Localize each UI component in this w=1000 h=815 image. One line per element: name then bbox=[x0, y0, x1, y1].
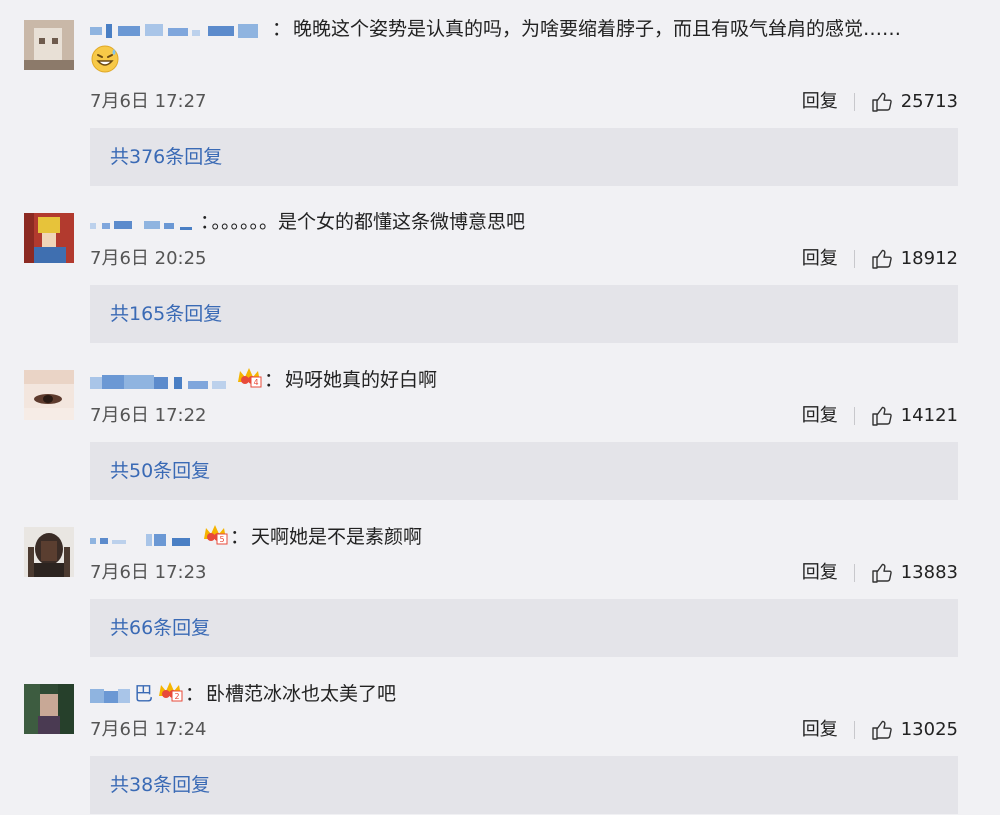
view-replies-button[interactable]: 共165条回复 bbox=[90, 285, 958, 343]
comment-text: 妈呀她真的好白啊 bbox=[285, 369, 438, 391]
colon: ： bbox=[200, 211, 210, 233]
crown-badge-icon: 5 bbox=[202, 523, 228, 552]
thumbs-up-icon bbox=[872, 406, 892, 426]
thumbs-up-icon bbox=[872, 720, 892, 740]
like-count: 13025 bbox=[900, 719, 958, 740]
comment-text: 天啊她是不是素颜啊 bbox=[251, 526, 423, 548]
view-replies-button[interactable]: 共66条回复 bbox=[90, 599, 958, 657]
divider bbox=[853, 721, 855, 739]
comment-header: ：晚晚这个姿势是认真的吗，为啥要缩着脖子，而且有吸气耸肩的感觉…… bbox=[90, 16, 940, 81]
timestamp: 7月6日 17:27 bbox=[90, 91, 207, 112]
comment-meta: 7月6日 17:23 回复 13883 bbox=[90, 559, 958, 587]
comment-header: 5 ：天啊她是不是素颜啊 bbox=[90, 523, 940, 552]
username-blurred[interactable] bbox=[90, 685, 132, 705]
svg-text:4: 4 bbox=[253, 378, 258, 387]
comment-header: ：。。。。。。是个女的都懂这条微博意思吧 bbox=[90, 209, 940, 235]
like-button[interactable]: 18912 bbox=[871, 245, 958, 273]
colon: ： bbox=[185, 683, 205, 705]
svg-text:2: 2 bbox=[174, 692, 179, 701]
like-button[interactable]: 25713 bbox=[871, 88, 958, 116]
comment-actions: 回复 13883 bbox=[802, 559, 958, 587]
username-blurred[interactable] bbox=[90, 20, 270, 40]
comment-actions: 回复 13025 bbox=[802, 716, 958, 744]
divider bbox=[853, 93, 855, 111]
colon: ： bbox=[264, 369, 284, 391]
username-blurred[interactable] bbox=[90, 371, 230, 391]
comment-text: 晚晚这个姿势是认真的吗，为啥要缩着脖子，而且有吸气耸肩的感觉…… bbox=[293, 18, 902, 40]
thumbs-up-icon bbox=[872, 563, 892, 583]
grinning-sweat-emoji-icon bbox=[90, 44, 940, 81]
reply-button[interactable]: 回复 bbox=[802, 88, 838, 116]
avatar[interactable] bbox=[24, 213, 74, 263]
avatar[interactable] bbox=[24, 684, 74, 734]
username-suffix[interactable]: 巴 bbox=[134, 683, 153, 705]
comment-meta: 7月6日 17:24 回复 13025 bbox=[90, 716, 958, 744]
like-count: 14121 bbox=[900, 405, 958, 426]
comment-meta: 7月6日 20:25 回复 18912 bbox=[90, 245, 958, 273]
like-count: 18912 bbox=[900, 248, 958, 269]
divider bbox=[853, 564, 855, 582]
view-replies-button[interactable]: 共50条回复 bbox=[90, 442, 958, 500]
like-button[interactable]: 13025 bbox=[871, 716, 958, 744]
username-blurred[interactable] bbox=[90, 213, 198, 233]
comment-meta: 7月6日 17:22 回复 14121 bbox=[90, 402, 958, 430]
timestamp: 7月6日 17:23 bbox=[90, 562, 207, 583]
comment-actions: 回复 14121 bbox=[802, 402, 958, 430]
avatar[interactable] bbox=[24, 527, 74, 577]
comment-text: 。。。。。。是个女的都懂这条微博意思吧 bbox=[211, 211, 526, 233]
comment-text: 卧槽范冰冰也太美了吧 bbox=[206, 683, 397, 705]
like-button[interactable]: 14121 bbox=[871, 402, 958, 430]
timestamp: 7月6日 20:25 bbox=[90, 248, 207, 269]
comment-meta: 7月6日 17:27 回复 25713 bbox=[90, 88, 958, 116]
divider bbox=[853, 250, 855, 268]
like-count: 25713 bbox=[900, 91, 958, 112]
timestamp: 7月6日 17:24 bbox=[90, 719, 207, 740]
colon: ： bbox=[230, 526, 250, 548]
comment-header: 4 ：妈呀她真的好白啊 bbox=[90, 366, 940, 395]
reply-button[interactable]: 回复 bbox=[802, 245, 838, 273]
thumbs-up-icon bbox=[872, 92, 892, 112]
avatar[interactable] bbox=[24, 370, 74, 420]
timestamp: 7月6日 17:22 bbox=[90, 405, 207, 426]
reply-button[interactable]: 回复 bbox=[802, 716, 838, 744]
like-button[interactable]: 13883 bbox=[871, 559, 958, 587]
reply-button[interactable]: 回复 bbox=[802, 559, 838, 587]
crown-badge-icon: 2 bbox=[157, 680, 183, 709]
avatar[interactable] bbox=[24, 20, 74, 70]
svg-text:5: 5 bbox=[219, 535, 224, 544]
reply-button[interactable]: 回复 bbox=[802, 402, 838, 430]
divider bbox=[853, 407, 855, 425]
crown-badge-icon: 4 bbox=[236, 366, 262, 395]
thumbs-up-icon bbox=[872, 249, 892, 269]
comment-header: 巴 2 ：卧槽范冰冰也太美了吧 bbox=[90, 680, 940, 709]
view-replies-button[interactable]: 共376条回复 bbox=[90, 128, 958, 186]
username-blurred[interactable] bbox=[90, 528, 196, 548]
colon: ： bbox=[272, 18, 292, 40]
comment-actions: 回复 18912 bbox=[802, 245, 958, 273]
comment-actions: 回复 25713 bbox=[802, 88, 958, 116]
view-replies-button[interactable]: 共38条回复 bbox=[90, 756, 958, 814]
like-count: 13883 bbox=[900, 562, 958, 583]
